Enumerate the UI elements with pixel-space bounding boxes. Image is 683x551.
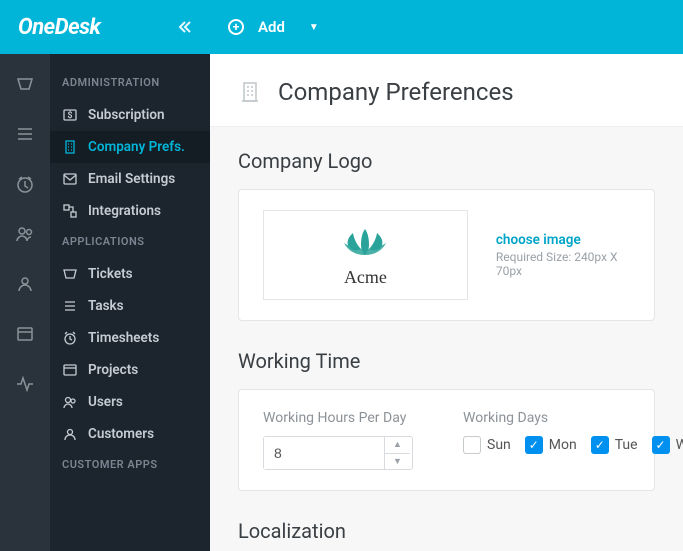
main-content: Company Preferences Company Logo Acme ch…	[210, 54, 683, 551]
checkbox-icon	[463, 436, 481, 454]
sidebar-item-timesheets[interactable]: Timesheets	[50, 322, 210, 354]
projects-icon	[62, 362, 78, 378]
sidebar-item-subscription[interactable]: $ Subscription	[50, 99, 210, 131]
sidebar-item-label: Users	[88, 394, 123, 410]
sidebar-header-applications: APPLICATIONS	[50, 227, 210, 258]
day-tue[interactable]: ✓Tue	[591, 436, 638, 454]
company-logo-preview: Acme	[263, 210, 468, 300]
section-localization: Localization	[210, 497, 683, 551]
subscription-icon: $	[62, 107, 78, 123]
required-size-label: Required Size: 240px X 70px	[496, 250, 630, 278]
lotus-icon	[338, 223, 392, 263]
add-label: Add	[258, 18, 285, 36]
iconbar-users-icon[interactable]	[15, 224, 35, 244]
working-hours-input[interactable]	[264, 437, 384, 469]
tickets-icon	[62, 266, 78, 282]
day-mon[interactable]: ✓Mon	[525, 436, 577, 454]
chevron-down-icon: ▼	[309, 22, 319, 33]
sidebar-item-label: Email Settings	[88, 171, 175, 187]
iconbar-projects-icon[interactable]	[15, 324, 35, 344]
iconbar-activity-icon[interactable]	[15, 374, 35, 394]
sidebar-item-label: Integrations	[88, 203, 161, 219]
add-button[interactable]: + Add ▼	[210, 18, 337, 36]
checkbox-checked-icon: ✓	[652, 436, 670, 454]
sidebar-item-label: Tasks	[88, 298, 124, 314]
sidebar-header-customer-apps: CUSTOMER APPS	[50, 450, 210, 481]
sidebar-item-email-settings[interactable]: Email Settings	[50, 163, 210, 195]
working-hours-field: Working Hours Per Day ▲ ▼	[263, 410, 413, 470]
sidebar: ADMINISTRATION $ Subscription Company Pr…	[50, 54, 210, 551]
sidebar-item-label: Customers	[88, 426, 154, 442]
section-company-logo: Company Logo Acme choose image Required …	[210, 127, 683, 327]
email-icon	[62, 171, 78, 187]
customers-icon	[62, 426, 78, 442]
stepper-arrows: ▲ ▼	[384, 437, 410, 469]
sidebar-item-company-prefs[interactable]: Company Prefs.	[50, 131, 210, 163]
brand-logo: OneDesk	[18, 15, 100, 40]
iconbar-tickets-icon[interactable]	[15, 74, 35, 94]
sidebar-item-customers[interactable]: Customers	[50, 418, 210, 450]
company-icon	[62, 139, 78, 155]
timesheets-icon	[62, 330, 78, 346]
sidebar-item-projects[interactable]: Projects	[50, 354, 210, 386]
choose-image-link[interactable]: choose image	[496, 232, 630, 248]
section-working-time: Working Time Working Hours Per Day ▲ ▼ W…	[210, 327, 683, 497]
users-icon	[62, 394, 78, 410]
sidebar-item-users[interactable]: Users	[50, 386, 210, 418]
sidebar-item-label: Projects	[88, 362, 138, 378]
working-hours-label: Working Hours Per Day	[263, 410, 413, 426]
working-days-field: Working Days Sun ✓Mon ✓Tue ✓Wed	[463, 410, 683, 470]
iconbar-customers-icon[interactable]	[15, 274, 35, 294]
topbar: OneDesk + Add ▼	[0, 0, 683, 54]
section-title: Localization	[238, 519, 655, 543]
iconbar-tasks-icon[interactable]	[15, 124, 35, 144]
days-row: Sun ✓Mon ✓Tue ✓Wed	[463, 436, 683, 454]
sidebar-item-label: Subscription	[88, 107, 165, 123]
iconbar	[0, 54, 50, 551]
page-title-row: Company Preferences	[210, 54, 683, 127]
checkbox-checked-icon: ✓	[591, 436, 609, 454]
tasks-icon	[62, 298, 78, 314]
plus-circle-icon: +	[228, 19, 244, 35]
step-down-button[interactable]: ▼	[385, 454, 410, 470]
day-wed[interactable]: ✓Wed	[652, 436, 683, 454]
day-sun[interactable]: Sun	[463, 436, 511, 454]
chevron-double-left-icon	[178, 20, 192, 34]
collapse-sidebar-button[interactable]	[178, 20, 192, 34]
company-logo-name: Acme	[344, 267, 387, 288]
section-title: Company Logo	[238, 149, 655, 173]
working-days-label: Working Days	[463, 410, 683, 426]
sidebar-item-label: Company Prefs.	[88, 139, 185, 155]
sidebar-item-tickets[interactable]: Tickets	[50, 258, 210, 290]
section-title: Working Time	[238, 349, 655, 373]
sidebar-item-label: Tickets	[88, 266, 133, 282]
iconbar-timesheets-icon[interactable]	[15, 174, 35, 194]
integrations-icon	[62, 203, 78, 219]
sidebar-item-tasks[interactable]: Tasks	[50, 290, 210, 322]
logo-area: OneDesk	[0, 15, 210, 40]
working-time-panel: Working Hours Per Day ▲ ▼ Working Days S…	[238, 389, 655, 491]
company-icon	[238, 80, 262, 104]
checkbox-checked-icon: ✓	[525, 436, 543, 454]
sidebar-item-integrations[interactable]: Integrations	[50, 195, 210, 227]
logo-panel: Acme choose image Required Size: 240px X…	[238, 189, 655, 321]
step-up-button[interactable]: ▲	[385, 437, 410, 454]
working-hours-stepper[interactable]: ▲ ▼	[263, 436, 413, 470]
svg-text:$: $	[67, 110, 72, 121]
sidebar-header-administration: ADMINISTRATION	[50, 68, 210, 99]
sidebar-item-label: Timesheets	[88, 330, 159, 346]
logo-chooser: choose image Required Size: 240px X 70px	[496, 232, 630, 278]
page-title: Company Preferences	[278, 78, 514, 106]
